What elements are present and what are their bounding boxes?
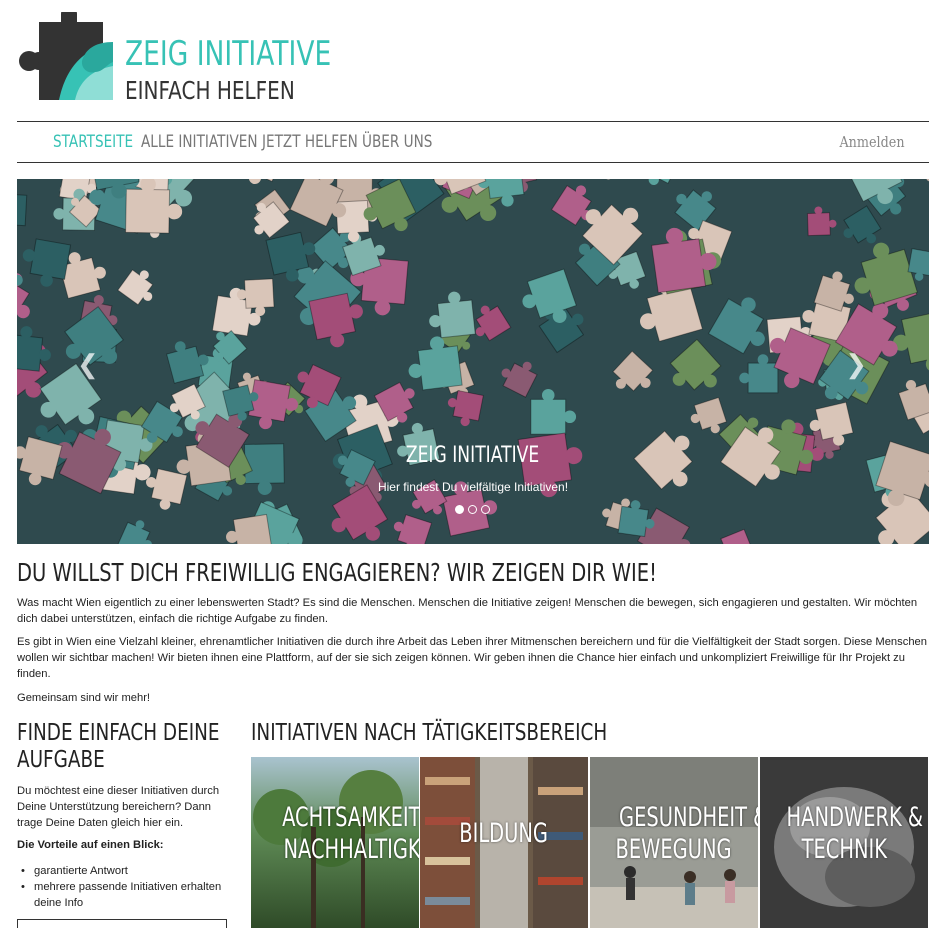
carousel-dot-1[interactable] xyxy=(455,505,464,514)
category-tile-handwerk[interactable]: HANDWERK & TECHNIK xyxy=(760,757,928,928)
brand-title[interactable]: ZEIG INITIATIVE xyxy=(125,34,331,74)
puzzle-logo-icon[interactable] xyxy=(17,12,113,104)
signup-form-box[interactable] xyxy=(17,919,227,928)
nav-item-jetzt-helfen[interactable]: JETZT HELFEN xyxy=(262,132,358,152)
intro-paragraph-3: Gemeinsam sind wir mehr! xyxy=(17,692,151,704)
carousel-dot-3[interactable] xyxy=(481,505,490,514)
list-item: mehrere passende Initiativen erhalten de… xyxy=(17,879,232,911)
tile-label: BILDUNG xyxy=(459,818,549,849)
chevron-left-icon[interactable]: ❮ xyxy=(77,349,99,380)
category-tiles: ACHTSAMKEIT &NACHHALTIGKEIT BILDUNG GESU… xyxy=(251,757,928,928)
tile-label: HANDWERK & TECHNIK xyxy=(786,802,924,865)
task-heading: FINDE EINFACH DEINE AUFGABE xyxy=(17,720,220,773)
brand-subtitle: EINFACH HELFEN xyxy=(125,76,295,105)
carousel-title: ZEIG INITIATIVE xyxy=(406,443,540,468)
hero-carousel: ❮ ❯ ZEIG INITIATIVE Hier findest Du viel… xyxy=(17,179,929,544)
chevron-right-icon[interactable]: ❯ xyxy=(845,349,867,380)
nav-item-ueber-uns[interactable]: ÜBER UNS xyxy=(362,132,432,152)
task-text: Du möchtest eine dieser Initiativen durc… xyxy=(17,785,220,829)
intro-heading: DU WILLST DICH FREIWILLIG ENGAGIEREN? WI… xyxy=(17,558,657,587)
task-section: FINDE EINFACH DEINE AUFGABE Du möchtest … xyxy=(17,720,232,928)
nav-item-startseite[interactable]: STARTSEITE xyxy=(53,132,133,152)
intro-paragraph-1: Was macht Wien eigentlich zu einer leben… xyxy=(17,597,918,625)
carousel-subtitle: Hier findest Du vielfältige Initiativen! xyxy=(377,480,569,494)
intro-paragraph-2: Es gibt in Wien eine Vielzahl kleiner, e… xyxy=(17,636,928,680)
carousel-indicators xyxy=(455,505,490,514)
category-tile-bildung[interactable]: BILDUNG xyxy=(420,757,588,928)
tile-label: ACHTSAMKEIT &NACHHALTIGKEIT xyxy=(282,802,419,865)
category-tile-achtsamkeit[interactable]: ACHTSAMKEIT &NACHHALTIGKEIT xyxy=(251,757,419,928)
carousel-dot-2[interactable] xyxy=(468,505,477,514)
login-link[interactable]: Anmelden xyxy=(840,133,905,151)
site-header: ZEIG INITIATIVE EINFACH HELFEN xyxy=(17,12,929,112)
nav-item-alle-initiativen[interactable]: ALLE INITIATIVEN xyxy=(141,132,258,152)
category-tile-gesundheit[interactable]: GESUNDHEIT & BEWEGUNG xyxy=(590,757,758,928)
benefits-list: garantierte Antwort mehrere passende Ini… xyxy=(17,863,232,911)
tile-label: GESUNDHEIT & BEWEGUNG xyxy=(615,802,758,865)
benefits-title: Die Vorteile auf einen Blick: xyxy=(17,839,164,851)
list-item: garantierte Antwort xyxy=(17,863,232,879)
categories-heading: INITIATIVEN NACH TÄTIGKEITSBEREICH xyxy=(251,720,608,746)
main-nav: STARTSEITE ALLE INITIATIVEN JETZT HELFEN… xyxy=(17,121,929,163)
